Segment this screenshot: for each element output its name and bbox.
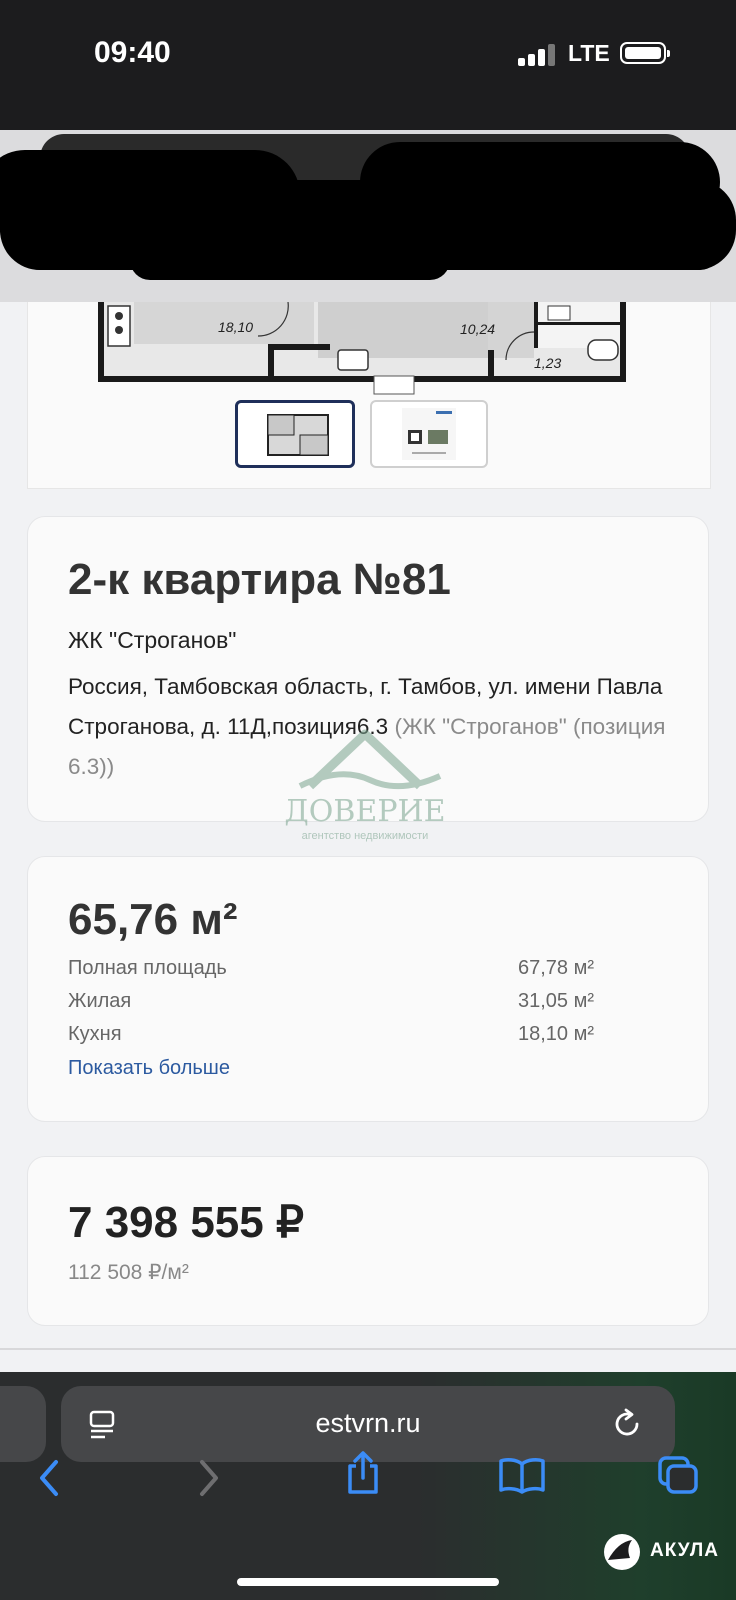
bookmarks-icon[interactable] [498,1456,546,1494]
area-row-total: Полная площадь 67,78 м² [68,957,668,980]
area-card: 65,76 м² Полная площадь 67,78 м² Жилая 3… [27,856,709,1122]
area-row-kitchen: Кухня 18,10 м² [68,1023,668,1046]
floor-plan-image[interactable]: 18,10 10,24 1,23 [28,302,710,398]
room-area-label: 10,24 [460,321,495,337]
previous-tab-preview[interactable] [0,1386,46,1462]
redacted-header [0,130,736,302]
show-more-link[interactable]: Показать больше [68,1057,230,1080]
area-value: 31,05 м² [518,990,595,1012]
apartment-title: 2-к квартира №81 [68,555,451,604]
akula-logo-text: АКУЛА [650,1540,719,1561]
area-value: 67,78 м² [518,957,595,979]
akula-logo: АКУЛА [600,1530,730,1574]
network-type: LTE [568,40,610,66]
price-card: 7 398 555 ₽ 112 508 ₽/м² [27,1156,709,1326]
room-area-label: 18,10 [218,319,253,335]
qr-document-thumbnail[interactable] [370,400,488,468]
back-icon[interactable] [36,1458,62,1498]
plan-thumbnail[interactable] [235,400,355,468]
house-icon [298,729,442,790]
status-bar: 09:40 LTE [0,0,736,130]
url-text[interactable]: estvrn.ru [61,1408,675,1439]
divider [0,1348,736,1350]
watermark-logo: ДОВЕРИЕ агентство недвижимости [280,726,450,856]
reload-icon[interactable] [611,1408,643,1440]
area-label: Кухня [68,1023,122,1045]
price-per-m2: 112 508 ₽/м² [68,1261,189,1284]
floor-plan-gallery[interactable]: 18,10 10,24 1,23 [27,302,711,489]
watermark-name: ДОВЕРИЕ [284,794,446,829]
clock: 09:40 [94,36,171,69]
area-headline: 65,76 м² [68,895,238,944]
complex-name: ЖК "Строганов" [68,627,237,653]
home-indicator[interactable] [237,1578,499,1586]
room-area-label: 1,23 [534,355,561,371]
area-label: Жилая [68,990,132,1012]
tabs-icon[interactable] [656,1454,700,1496]
forward-icon[interactable] [196,1458,222,1498]
share-icon[interactable] [344,1450,382,1496]
watermark-tagline: агентство недвижимости [301,830,429,842]
battery-icon [620,42,670,64]
area-label: Полная площадь [68,957,227,979]
price-total: 7 398 555 ₽ [68,1198,304,1247]
area-row-living: Жилая 31,05 м² [68,990,668,1013]
shark-icon [604,1534,640,1570]
signal-strength-icon [518,44,558,66]
area-value: 18,10 м² [518,1023,595,1045]
